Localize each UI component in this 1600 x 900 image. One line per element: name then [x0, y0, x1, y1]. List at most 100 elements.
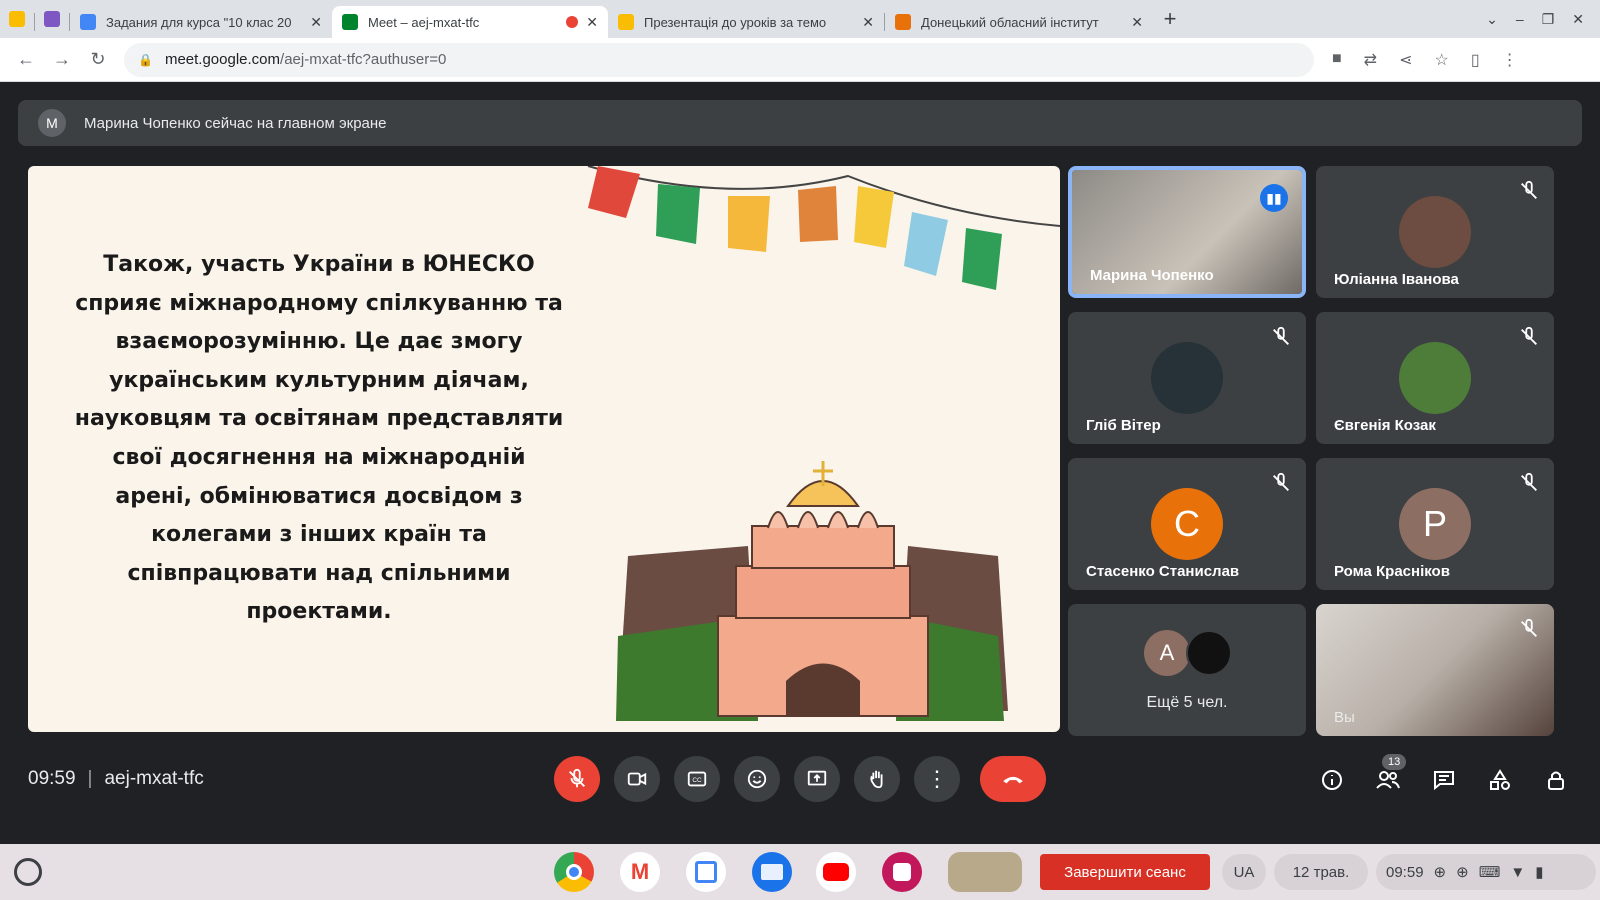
participant-tile-stasenko[interactable]: С Стасенко Станислав — [1068, 458, 1306, 590]
avatar — [1399, 342, 1471, 414]
classroom-icon — [80, 14, 96, 30]
participant-tile-yevheniia[interactable]: Євгенія Козак — [1316, 312, 1554, 444]
menu-kebab-icon[interactable]: ⋮ — [1502, 50, 1518, 70]
tab-institute[interactable]: Донецький обласний інститут ✕ — [885, 6, 1153, 38]
clock: 09:59 — [1386, 863, 1424, 881]
tab-presentation[interactable]: Презентація до уроків за темо ✕ — [608, 6, 884, 38]
reactions-button[interactable] — [734, 756, 780, 802]
lock-icon[interactable]: 🔒 — [138, 53, 153, 67]
divider: | — [87, 768, 93, 789]
open-windows-preview[interactable] — [948, 852, 1022, 892]
present-screen-button[interactable] — [794, 756, 840, 802]
add-icon: ⊕ — [1433, 864, 1447, 881]
close-tab-icon[interactable]: ✕ — [310, 14, 322, 31]
mic-toggle-button[interactable] — [554, 756, 600, 802]
presenter-avatar: M — [38, 109, 66, 137]
back-icon[interactable]: ← — [8, 49, 44, 70]
close-tab-icon[interactable]: ✕ — [862, 14, 874, 31]
raise-hand-button[interactable] — [854, 756, 900, 802]
chrome-app-icon[interactable] — [554, 852, 594, 892]
host-controls-button[interactable] — [1542, 766, 1570, 794]
close-tab-icon[interactable]: ✕ — [586, 14, 598, 31]
restore-icon[interactable]: ❐ — [1542, 11, 1555, 28]
flag-yellow — [728, 196, 770, 252]
emoji-icon — [747, 769, 767, 789]
self-view-tile[interactable]: Вы — [1316, 604, 1554, 736]
gmail-app-icon[interactable]: M — [620, 852, 660, 892]
end-session-button[interactable]: Завершити сеанс — [1040, 854, 1210, 890]
browser-tabstrip: Задания для курса "10 клас 20 ✕ Meet – a… — [0, 0, 1600, 38]
toolbar-right: ■ ⇄ ⋖ ☆ ▯ ⋮ — [1332, 50, 1518, 70]
share-icon[interactable]: ⋖ — [1399, 50, 1412, 70]
screencast-app-icon[interactable] — [882, 852, 922, 892]
camera-icon[interactable]: ■ — [1332, 50, 1342, 70]
pinned-tab-2[interactable] — [35, 0, 69, 38]
presenter-banner-text: Марина Чопенко сейчас на главном экране — [84, 114, 387, 132]
participant-tile-marina[interactable]: ▮▮ Марина Чопенко — [1068, 166, 1306, 298]
tab-title: Донецький обласний інститут — [921, 14, 1099, 30]
keyboard-icon: ⌨ — [1478, 864, 1501, 881]
more-participants-tile[interactable]: A Ещё 5 чел. — [1068, 604, 1306, 736]
flag-blue — [904, 212, 948, 276]
mic-off-icon — [1273, 472, 1289, 491]
tab-meet[interactable]: Meet – aej-mxat-tfc ✕ — [332, 6, 608, 38]
close-tab-icon[interactable]: ✕ — [1131, 14, 1143, 31]
play-icon — [823, 863, 849, 881]
meeting-code: aej-mxat-tfc — [104, 768, 204, 789]
mic-off-icon — [1273, 326, 1289, 345]
forward-icon[interactable]: → — [44, 49, 80, 70]
participant-tile-yulianna[interactable]: Юліанна Іванова — [1316, 166, 1554, 298]
new-tab-button[interactable]: + — [1153, 0, 1187, 38]
participant-tile-roma[interactable]: Р Рома Красніков — [1316, 458, 1554, 590]
input-method-button[interactable]: UA — [1222, 854, 1266, 890]
url-host: meet.google.com — [164, 51, 281, 68]
people-button[interactable]: 13 — [1374, 754, 1407, 794]
files-app-icon[interactable] — [752, 852, 792, 892]
meeting-info-button[interactable] — [1318, 766, 1346, 794]
hang-up-icon — [1003, 776, 1023, 784]
calendar-app-icon[interactable] — [686, 852, 726, 892]
side-panel-icon[interactable]: ▯ — [1471, 50, 1480, 70]
participant-name: Марина Чопенко — [1090, 267, 1214, 284]
more-vert-icon: ⋮ — [926, 766, 948, 791]
people-icon — [1376, 771, 1400, 789]
leave-call-button[interactable] — [980, 756, 1046, 802]
translate-icon[interactable]: ⇄ — [1364, 50, 1377, 70]
youtube-app-icon[interactable] — [816, 852, 856, 892]
chat-button[interactable] — [1430, 766, 1458, 794]
avatar: Р — [1399, 488, 1471, 560]
info-icon — [1322, 770, 1342, 790]
slide-text: Також, участь України в ЮНЕСКО сприяє мі… — [74, 252, 564, 625]
camera-toggle-button[interactable] — [614, 756, 660, 802]
reload-icon[interactable]: ↻ — [80, 49, 116, 70]
activities-button[interactable] — [1486, 766, 1514, 794]
institute-icon — [895, 14, 911, 30]
close-window-icon[interactable]: ✕ — [1572, 11, 1584, 28]
captions-button[interactable]: CC — [674, 756, 720, 802]
url-field[interactable]: 🔒 meet.google.com/aej-mxat-tfc?authuser=… — [124, 42, 1314, 77]
tab-title: Презентація до уроків за темо — [644, 14, 827, 30]
participant-name: Євгенія Козак — [1334, 417, 1436, 434]
tab-search-icon[interactable]: ⌄ — [1486, 11, 1498, 28]
minimize-icon[interactable]: – — [1516, 11, 1524, 27]
calendar-icon — [695, 861, 717, 883]
more-options-button[interactable]: ⋮ — [914, 756, 960, 802]
status-tray[interactable]: 09:59 ⊕ ⊕ ⌨ ▼ ▮ — [1376, 854, 1596, 890]
address-bar: ← → ↻ 🔒 meet.google.com/aej-mxat-tfc?aut… — [0, 38, 1600, 82]
chrome-center-icon — [566, 864, 582, 880]
wifi-icon: ▼ — [1510, 863, 1526, 881]
tab-classroom[interactable]: Задания для курса "10 клас 20 ✕ — [70, 6, 332, 38]
slides-icon — [618, 14, 634, 30]
battery-icon: ▮ — [1535, 864, 1544, 881]
video-camera-icon — [627, 772, 647, 786]
bookmark-star-icon[interactable]: ☆ — [1434, 50, 1448, 70]
more-participants-label: Ещё 5 чел. — [1146, 694, 1228, 711]
avatar: С — [1151, 488, 1223, 560]
launcher-icon[interactable] — [14, 858, 42, 886]
pinned-tab-1[interactable] — [0, 0, 34, 38]
date-button[interactable]: 12 трав. — [1274, 854, 1368, 890]
more-avatar-photo — [1186, 630, 1232, 676]
participant-tile-glib[interactable]: Гліб Вітер — [1068, 312, 1306, 444]
recording-icon — [566, 16, 579, 28]
avatar — [1151, 342, 1223, 414]
